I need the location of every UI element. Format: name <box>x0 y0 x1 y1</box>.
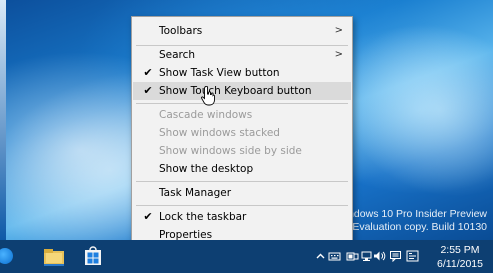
checkmark-icon: ✔ <box>143 210 153 223</box>
menu-item-label: Show the desktop <box>159 163 254 175</box>
start-icon <box>0 248 13 264</box>
menu-item-label: Search <box>159 49 196 61</box>
network-icon[interactable] <box>360 250 373 262</box>
menu-separator <box>136 103 348 104</box>
battery-icon[interactable] <box>346 250 359 262</box>
menu-item-label: Show windows stacked <box>159 127 280 139</box>
menu-item-label: Show windows side by side <box>159 145 302 157</box>
hand-cursor-icon <box>201 86 215 106</box>
menu-item-label: Toolbars <box>159 25 203 37</box>
checkmark-icon: ✔ <box>143 66 153 79</box>
submenu-arrow-icon: > <box>334 49 343 60</box>
touch-keyboard-icon[interactable] <box>328 250 341 262</box>
store-icon <box>85 246 101 265</box>
taskbar-context-menu: Toolbars > Search > ✔ Show Task View but… <box>131 16 353 246</box>
start-button[interactable] <box>0 240 18 273</box>
taskbar: 2:55 PM 6/11/2015 <box>0 240 493 273</box>
menu-separator <box>136 205 348 206</box>
menu-separator <box>136 181 348 182</box>
language-icon[interactable] <box>406 250 419 262</box>
action-center-icon[interactable] <box>389 250 402 262</box>
clock[interactable]: 2:55 PM 6/11/2015 <box>432 243 488 271</box>
menu-item-show-task-view[interactable]: ✔ Show Task View button <box>133 64 351 82</box>
menu-item-search[interactable]: Search > <box>133 46 351 64</box>
menu-item-label: Task Manager <box>159 187 232 199</box>
menu-item-task-manager[interactable]: Task Manager <box>133 184 351 202</box>
watermark-line-2: Evaluation copy. Build 10130 <box>352 221 487 233</box>
file-explorer-icon <box>44 249 64 266</box>
menu-item-show-windows-side-by-side: Show windows side by side <box>133 142 351 160</box>
menu-item-show-touch-keyboard[interactable]: ✔ Show Touch Keyboard button <box>133 82 351 100</box>
menu-item-label: Lock the taskbar <box>159 211 247 223</box>
watermark-line-1: Windows 10 Pro Insider Preview <box>335 208 487 220</box>
menu-item-show-desktop[interactable]: Show the desktop <box>133 160 351 178</box>
menu-item-label: Show Task View button <box>159 67 280 79</box>
build-watermark: Windows 10 Pro Insider Preview Evaluatio… <box>336 208 487 234</box>
menu-item-label: Show Touch Keyboard button <box>159 85 312 97</box>
clock-date: 6/11/2015 <box>437 258 483 270</box>
chevron-up-icon[interactable] <box>314 250 327 262</box>
checkmark-icon: ✔ <box>143 84 153 97</box>
file-explorer-button[interactable] <box>43 240 65 273</box>
desktop-edge <box>0 0 6 240</box>
menu-item-lock-taskbar[interactable]: ✔ Lock the taskbar <box>133 208 351 226</box>
menu-item-label: Cascade windows <box>159 109 253 121</box>
menu-item-show-windows-stacked: Show windows stacked <box>133 124 351 142</box>
store-button[interactable] <box>82 240 104 273</box>
submenu-arrow-icon: > <box>334 25 343 36</box>
clock-time: 2:55 PM <box>440 244 480 256</box>
menu-item-cascade-windows: Cascade windows <box>133 106 351 124</box>
volume-icon[interactable] <box>373 250 386 262</box>
menu-item-toolbars[interactable]: Toolbars > <box>133 22 351 40</box>
